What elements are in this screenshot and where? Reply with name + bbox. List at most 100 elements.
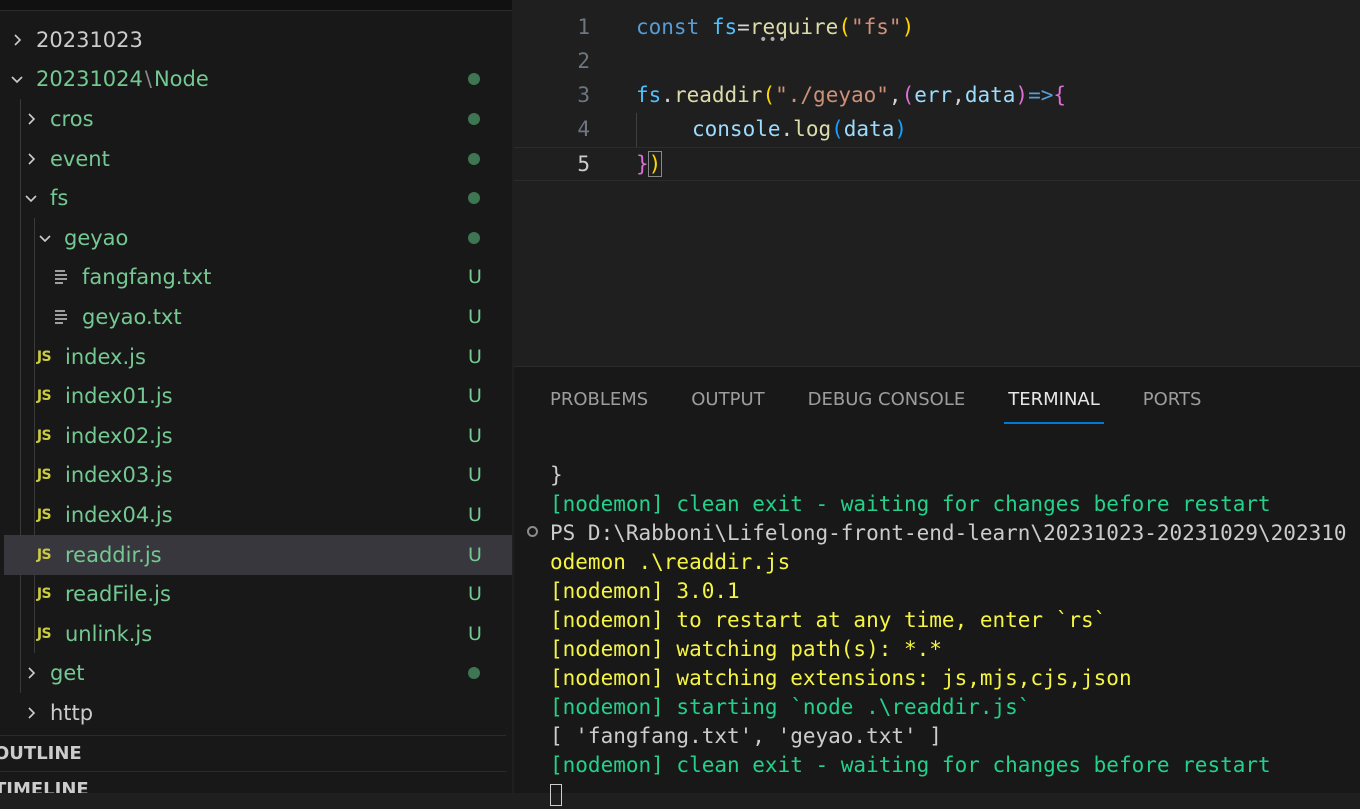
tree-folder-get[interactable]: get [0, 653, 512, 693]
token-bracket: ) [901, 15, 915, 39]
chevron-down-icon [8, 70, 26, 88]
terminal-prompt-line [550, 780, 1347, 809]
git-status-dot [468, 113, 480, 125]
terminal-line: [nodemon] to restart at any time, enter … [550, 608, 1107, 632]
tree-item-label: readFile.js [65, 582, 171, 606]
tab-output[interactable]: OUTPUT [691, 385, 764, 425]
code-line-current: 5 }) [514, 147, 1360, 181]
tree-file-readfile-js[interactable]: JS readFile.js U [0, 574, 512, 614]
token-string: "fs" [851, 15, 902, 39]
chevron-right-icon [22, 150, 40, 168]
tab-debug-console[interactable]: DEBUG CONSOLE [808, 385, 966, 425]
code-line: 1 const fs=require("fs") [514, 10, 1360, 44]
indent-guide [636, 113, 637, 147]
tree-item-label: index01.js [65, 384, 173, 408]
tree-item-label: geyao.txt [82, 305, 182, 329]
javascript-file-icon: JS [36, 507, 52, 523]
tree-item-label: index03.js [65, 463, 173, 487]
token-param: data [843, 117, 895, 141]
token-keyword: const [636, 15, 700, 39]
tree-item-label: fs [50, 186, 69, 210]
git-status-untracked: U [468, 425, 482, 447]
tree-file-index03-js[interactable]: JS index03.js U [0, 455, 512, 495]
token-string: "./geyao" [775, 83, 889, 107]
terminal-output[interactable]: } [nodemon] clean exit - waiting for chan… [550, 461, 1347, 809]
token-variable: fs [636, 83, 662, 107]
token-bracket: ) [1015, 83, 1029, 107]
javascript-file-icon: JS [36, 547, 52, 563]
tree-folder-fs[interactable]: fs [0, 178, 512, 218]
git-status-dot [468, 232, 480, 244]
tree-file-geyao-txt[interactable]: geyao.txt U [0, 297, 512, 337]
tree-file-index-js[interactable]: JS index.js U [0, 337, 512, 377]
timeline-section-header[interactable]: TIMELINE [0, 771, 506, 793]
git-status-untracked: U [468, 504, 482, 526]
git-status-untracked: U [468, 464, 482, 486]
token-param: data [964, 83, 1016, 107]
tree-folder-cros[interactable]: cros [0, 99, 512, 139]
tree-folder-event[interactable]: event [0, 139, 512, 179]
token-punct: . [661, 83, 674, 107]
javascript-file-icon: JS [36, 626, 52, 642]
chevron-down-icon [36, 229, 54, 247]
terminal-line: odemon .\readdir.js [550, 550, 791, 574]
git-status-untracked: U [468, 306, 482, 328]
terminal-cursor [550, 784, 562, 806]
token-bracket: ) [894, 117, 907, 141]
tree-item-label: readdir.js [65, 543, 162, 567]
line-number: 4 [577, 117, 590, 141]
git-status-untracked: U [468, 544, 482, 566]
tree-file-unlink-js[interactable]: JS unlink.js U [0, 614, 512, 654]
code-editor[interactable]: 1 const fs=require("fs") ••• 2 3 fs.read… [514, 0, 1360, 366]
tree-file-index04-js[interactable]: JS index04.js U [0, 495, 512, 535]
token-function: log [793, 117, 832, 141]
tree-file-readdir-js[interactable]: JS readdir.js U [4, 535, 512, 575]
git-status-untracked: U [468, 266, 482, 288]
outline-section-header[interactable]: OUTLINE [0, 735, 506, 771]
tree-item-label: unlink.js [65, 622, 153, 646]
line-number: 2 [577, 49, 590, 73]
token-variable: console [692, 117, 781, 141]
token-bracket: ( [762, 83, 776, 107]
terminal-line: [nodemon] starting `node .\readdir.js` [550, 695, 1031, 719]
chevron-right-icon [22, 704, 40, 722]
line-number: 5 [577, 152, 590, 176]
tree-folder-http[interactable]: http [0, 693, 512, 733]
git-status-dot [468, 667, 480, 679]
text-file-icon [50, 308, 72, 326]
terminal-line: } [550, 463, 563, 487]
git-status-untracked: U [468, 346, 482, 368]
command-decoration-icon[interactable] [527, 526, 538, 537]
terminal-line: [nodemon] clean exit - waiting for chang… [550, 492, 1271, 516]
token-bracket: { [1053, 83, 1067, 107]
tree-folder-geyao[interactable]: geyao [0, 218, 512, 258]
tree-item-label: event [50, 147, 110, 171]
tab-terminal[interactable]: TERMINAL [1004, 385, 1104, 425]
tree-item-label: fangfang.txt [82, 265, 212, 289]
tree-file-index02-js[interactable]: JS index02.js U [0, 416, 512, 456]
token-bracket: } [636, 152, 649, 176]
tree-folder-20231023[interactable]: 20231023 [0, 20, 512, 60]
terminal-line: [ 'fangfang.txt', 'geyao.txt' ] [550, 724, 942, 748]
tab-problems[interactable]: PROBLEMS [550, 385, 648, 425]
tree-item-label: get [50, 661, 85, 685]
explorer-sidebar: 20231023 20231024\Node cros event fs gey… [0, 0, 512, 793]
token-bracket: ( [901, 83, 915, 107]
code-line: 2 [514, 44, 1360, 78]
git-status-dot [468, 73, 480, 85]
tab-ports[interactable]: PORTS [1143, 385, 1202, 425]
tree-item-label: index02.js [65, 424, 173, 448]
tree-file-fangfang-txt[interactable]: fangfang.txt U [0, 257, 512, 297]
code-line: 3 fs.readdir("./geyao",(err,data)=>{ [514, 78, 1360, 112]
tree-file-index01-js[interactable]: JS index01.js U [0, 376, 512, 416]
code-text: fs.readdir("./geyao",(err,data)=>{ [636, 83, 1066, 107]
compact-folder-part: 20231024 [36, 67, 143, 91]
code-text: }) [636, 151, 663, 177]
tree-folder-20231024-node[interactable]: 20231024\Node [0, 59, 512, 99]
javascript-file-icon: JS [36, 428, 52, 444]
tree-item-label: 20231023 [36, 28, 143, 52]
token-punct: . [780, 117, 794, 141]
line-number: 3 [577, 83, 590, 107]
javascript-file-icon: JS [36, 586, 52, 602]
terminal-line: [nodemon] 3.0.1 [550, 579, 740, 603]
